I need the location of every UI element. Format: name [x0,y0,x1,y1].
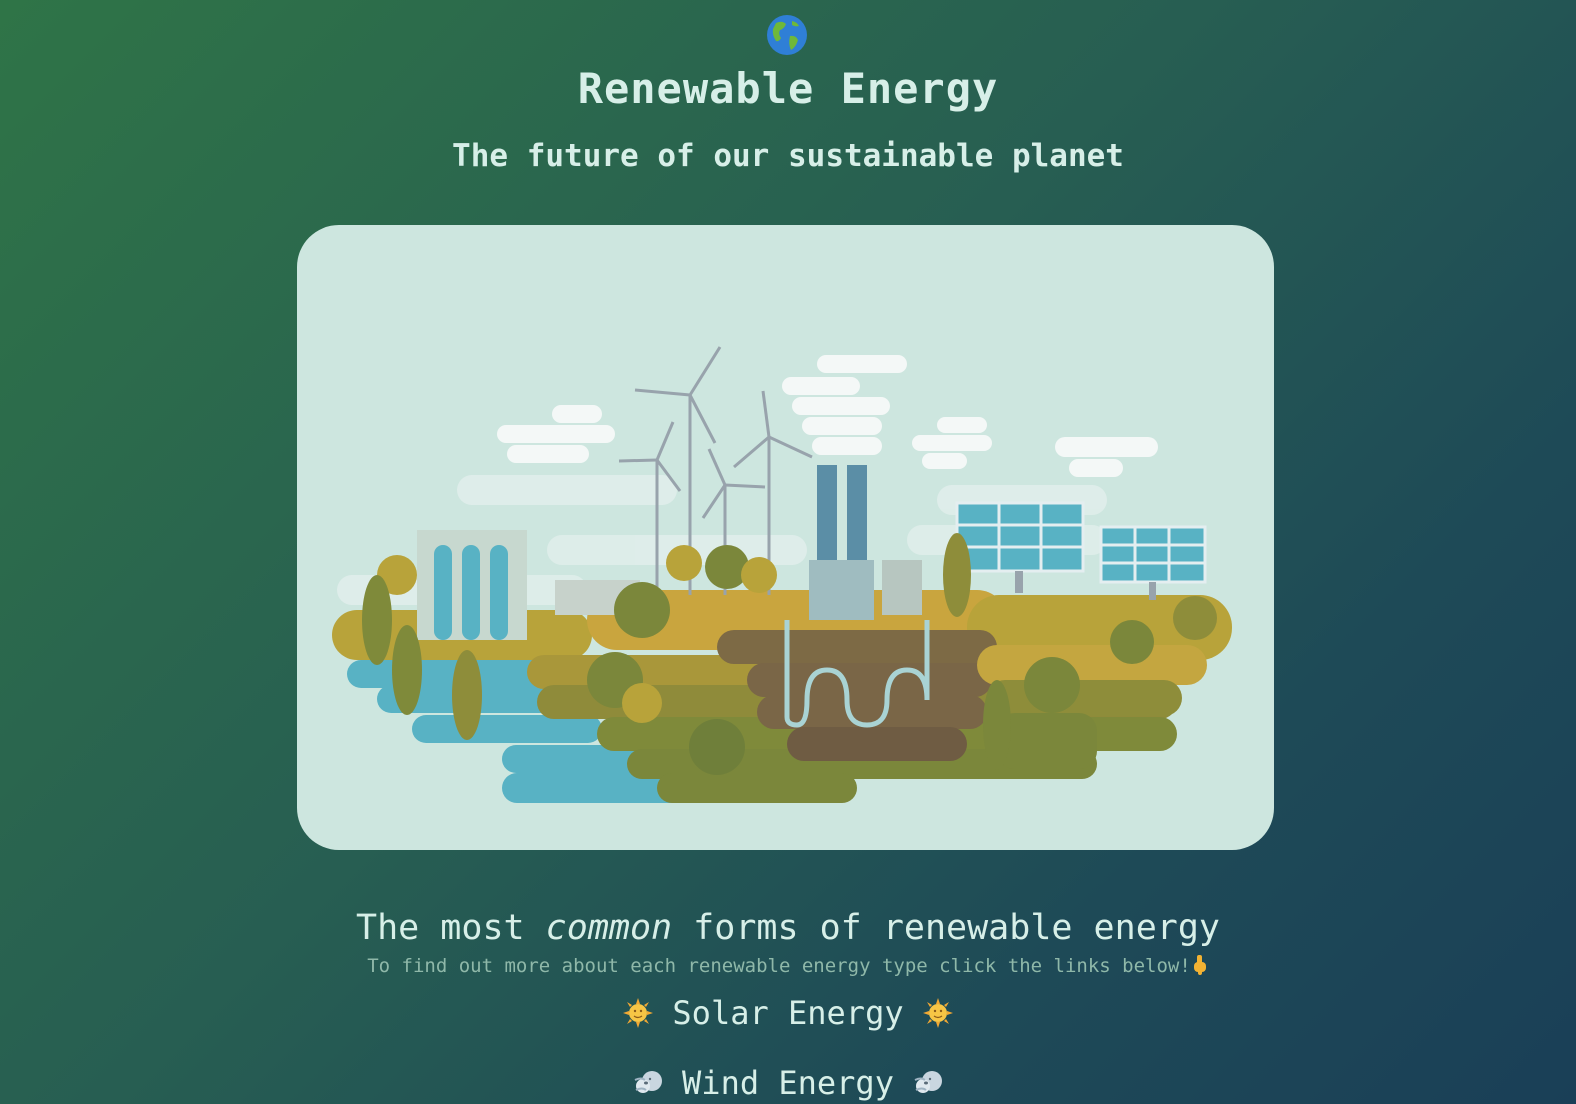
wind-face-icon [634,1071,662,1093]
renewable-energy-illustration [332,346,1232,803]
section-hint: To find out more about each renewable en… [0,954,1576,977]
solar-energy-link[interactable]: Solar Energy [0,994,1576,1032]
section-title-emphasis: common [545,908,673,948]
wind-energy-link[interactable]: Wind Energy [0,1064,1576,1102]
section-title: The most common forms of renewable energ… [0,908,1576,948]
section-title-end: forms of renewable energy [672,908,1220,948]
section-title-start: The most [356,908,546,948]
wind-face-icon [914,1071,943,1093]
sun-face-icon [922,998,953,1028]
sun-face-icon [623,998,654,1028]
page-subtitle: The future of our sustainable planet [452,138,1124,174]
hero-image [297,225,1274,850]
wind-energy-label: Wind Energy [682,1064,894,1102]
pointing-down-icon [1193,955,1206,975]
hint-text: To find out more about each renewable en… [367,955,1191,977]
solar-energy-label: Solar Energy [672,994,904,1032]
globe-icon [767,15,807,55]
page-title: Renewable Energy [577,64,999,113]
